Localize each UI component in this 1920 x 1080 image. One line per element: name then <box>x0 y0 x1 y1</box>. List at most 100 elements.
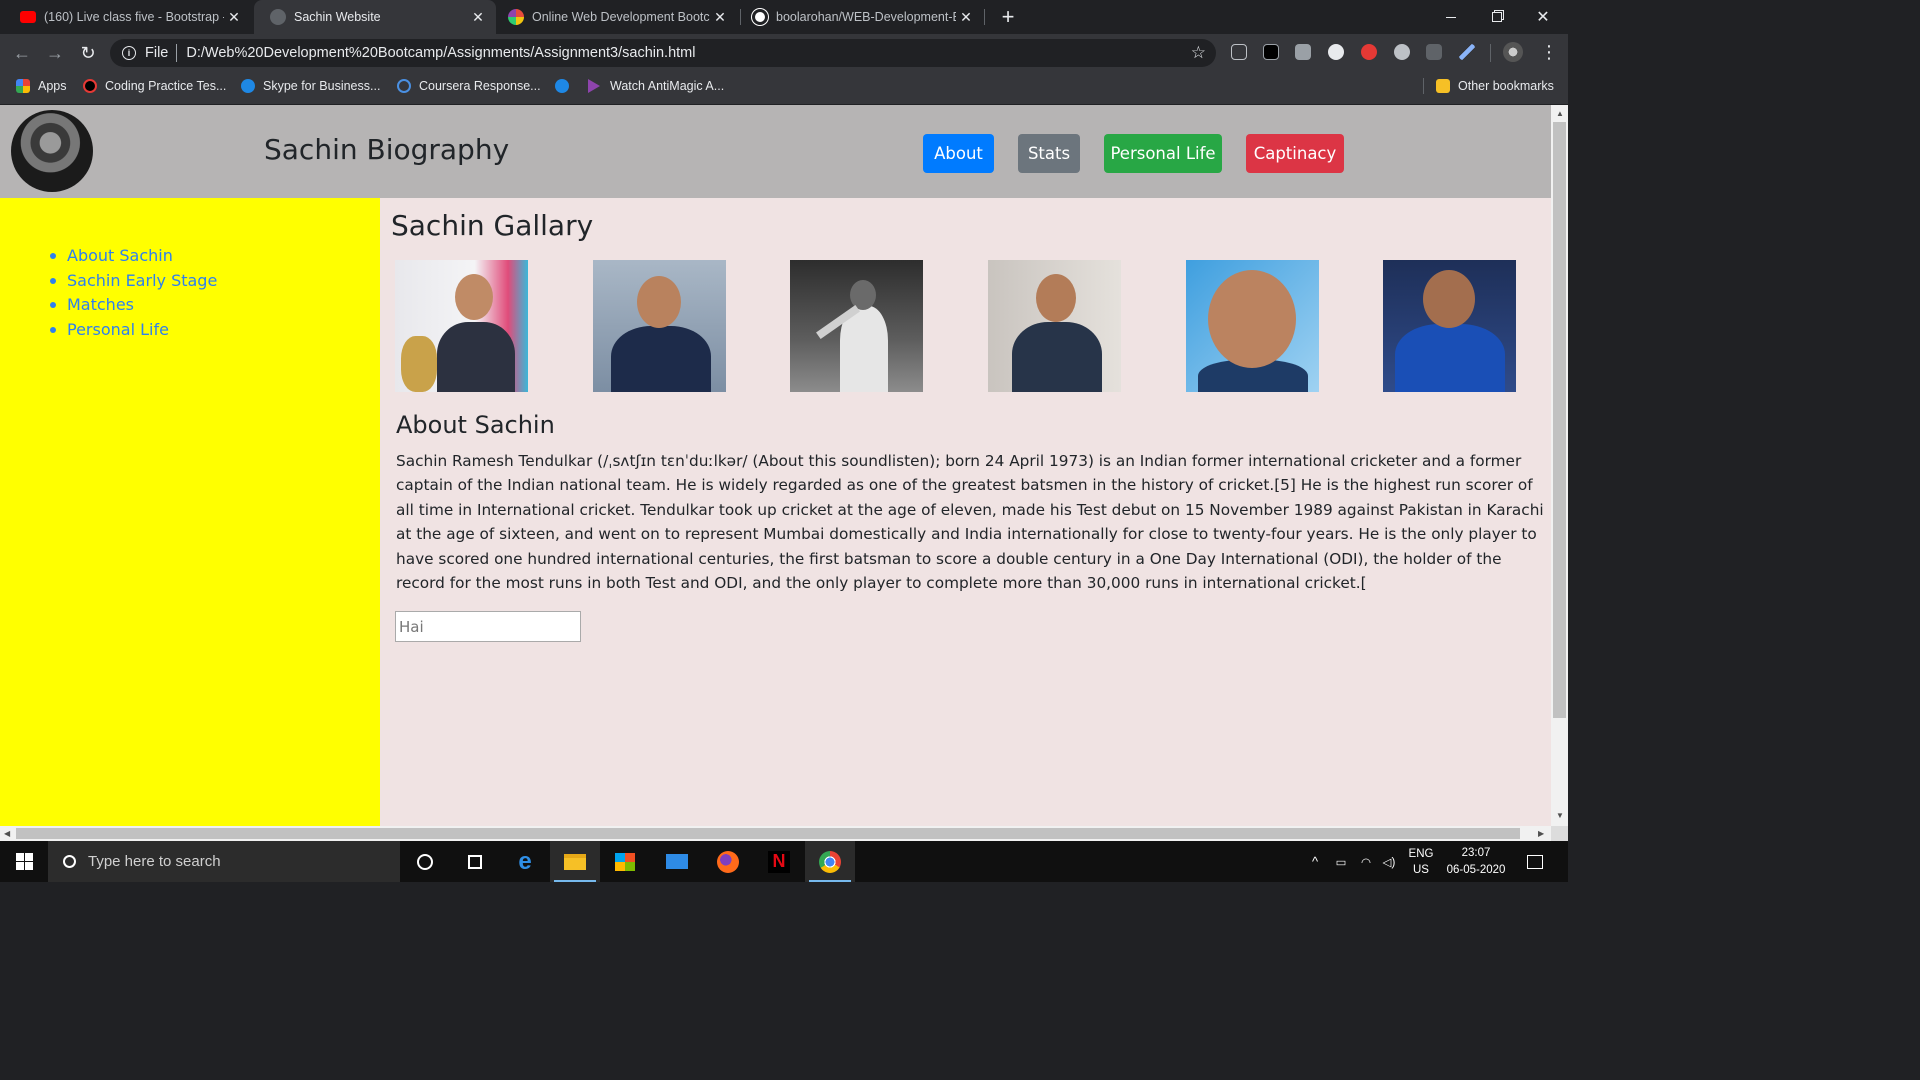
nav-stats-button[interactable]: Stats <box>1018 134 1080 173</box>
tab-title: Online Web Development Bootca <box>532 10 710 24</box>
browser-toolbar: ← → ↻ i File D:/Web%20Development%20Boot… <box>0 34 1568 72</box>
start-button[interactable] <box>0 841 48 882</box>
sidebar-links: About Sachin Sachin Early Stage Matches … <box>48 244 217 342</box>
close-icon[interactable]: ✕ <box>468 9 488 26</box>
volume-icon[interactable]: ◁) <box>1378 841 1400 882</box>
bookmark-apps[interactable]: Apps <box>16 72 67 100</box>
bookmarks-divider <box>1423 78 1424 94</box>
sidebar-link-early-stage[interactable]: Sachin Early Stage <box>48 269 217 294</box>
store-app[interactable] <box>600 841 650 882</box>
tab-youtube[interactable]: (160) Live class five - Bootstrap - ✕ <box>4 0 252 34</box>
extension-r-icon[interactable] <box>1295 44 1311 60</box>
forward-button[interactable]: → <box>42 40 68 66</box>
vertical-scroll-thumb[interactable] <box>1553 122 1566 718</box>
about-paragraph: Sachin Ramesh Tendulkar (/ˌsʌtʃɪn tɛnˈdu… <box>396 452 1544 593</box>
scroll-down-icon[interactable]: ▼ <box>1556 811 1564 820</box>
star-icon[interactable]: ☆ <box>1191 43 1206 63</box>
extension-fl-icon[interactable] <box>1263 44 1279 60</box>
notifications-button[interactable] <box>1520 841 1550 882</box>
show-hidden-icons[interactable]: ^ <box>1306 841 1324 882</box>
extension-pen-icon[interactable] <box>1459 44 1475 60</box>
clock[interactable]: 23:07 06-05-2020 <box>1440 841 1512 882</box>
battery-icon[interactable]: ▭ <box>1330 841 1352 882</box>
nav-personal-life-button[interactable]: Personal Life <box>1104 134 1222 173</box>
extension-m-icon[interactable] <box>1361 44 1377 60</box>
scroll-left-icon[interactable]: ◀ <box>4 829 10 838</box>
chrome-app[interactable] <box>805 841 855 882</box>
scroll-right-icon[interactable]: ▶ <box>1538 829 1544 838</box>
restore-button[interactable] <box>1474 0 1520 34</box>
extension-block-icon[interactable] <box>1328 44 1344 60</box>
play-icon <box>588 79 600 93</box>
search-icon <box>63 855 76 868</box>
close-icon[interactable]: ✕ <box>710 9 730 26</box>
youtube-icon <box>20 11 36 23</box>
close-icon[interactable]: ✕ <box>224 9 244 26</box>
edge-icon: e <box>518 847 532 875</box>
bookmark-coding-practice[interactable]: Coding Practice Tes... <box>83 72 226 100</box>
firefox-app[interactable] <box>703 841 753 882</box>
close-window-button[interactable]: ✕ <box>1520 0 1566 34</box>
info-icon[interactable]: i <box>122 46 136 60</box>
new-tab-button[interactable]: + <box>996 5 1020 29</box>
clock-date: 06-05-2020 <box>1446 863 1506 876</box>
sachin-avatar-logo <box>11 110 93 192</box>
restore-icon <box>1492 12 1502 22</box>
skype-icon <box>241 79 255 93</box>
reload-button[interactable]: ↻ <box>75 40 101 66</box>
bookmark-skype[interactable] <box>555 72 577 100</box>
bookmarks-bar: Apps Coding Practice Tes... Skype for Bu… <box>0 72 1568 105</box>
bookmark-skype-business[interactable]: Skype for Business... <box>241 72 380 100</box>
extension-link-icon[interactable] <box>1394 44 1410 60</box>
file-explorer-app[interactable] <box>550 841 600 882</box>
tab-github[interactable]: boolarohan/WEB-Development-B ✕ <box>736 0 984 34</box>
profile-avatar[interactable] <box>1503 42 1523 62</box>
text-input[interactable] <box>395 611 581 642</box>
taskbar-search[interactable]: Type here to search <box>48 841 400 882</box>
extension-doc-icon[interactable] <box>1231 44 1247 60</box>
coding-icon <box>83 79 97 93</box>
bookmark-label: Other bookmarks <box>1458 79 1554 93</box>
extension-cube-icon[interactable] <box>1426 44 1442 60</box>
horizontal-scroll-thumb[interactable] <box>16 828 1520 839</box>
horizontal-scrollbar[interactable]: ◀ ▶ <box>0 826 1551 841</box>
mail-app[interactable] <box>652 841 702 882</box>
cortana-button[interactable] <box>400 841 450 882</box>
tab-sachin-website[interactable]: Sachin Website ✕ <box>254 0 496 34</box>
gallery-heading: Sachin Gallary <box>391 209 594 242</box>
search-placeholder: Type here to search <box>88 853 221 870</box>
vertical-scrollbar[interactable]: ▲ ▼ <box>1551 105 1568 826</box>
bookmark-coursera[interactable]: Coursera Response... <box>397 72 541 100</box>
language-code: ENG <box>1408 847 1434 860</box>
toolbar-divider <box>1490 44 1491 62</box>
store-icon <box>615 852 635 871</box>
netflix-app[interactable]: N <box>754 841 804 882</box>
language-indicator[interactable]: ENG US <box>1404 841 1438 882</box>
task-view-icon <box>468 854 482 869</box>
bookmark-antimagic[interactable]: Watch AntiMagic A... <box>588 72 724 100</box>
sidebar: About Sachin Sachin Early Stage Matches … <box>0 198 380 826</box>
tab-title: boolarohan/WEB-Development-B <box>776 10 956 24</box>
sidebar-link-matches[interactable]: Matches <box>48 293 217 318</box>
close-icon[interactable]: ✕ <box>956 9 976 26</box>
tab-separator <box>984 9 985 25</box>
tab-bootcamp[interactable]: Online Web Development Bootca ✕ <box>492 0 738 34</box>
nav-captinacy-button[interactable]: Captinacy <box>1246 134 1344 173</box>
edge-app[interactable]: e <box>500 841 550 882</box>
sidebar-link-personal-life[interactable]: Personal Life <box>48 318 217 343</box>
nav-about-button[interactable]: About <box>923 134 994 173</box>
arrow-right-icon: → <box>46 42 64 63</box>
address-bar[interactable]: i File D:/Web%20Development%20Bootcamp/A… <box>110 39 1216 67</box>
sidebar-link-about-sachin[interactable]: About Sachin <box>48 244 217 269</box>
back-button[interactable]: ← <box>9 40 35 66</box>
task-view-button[interactable] <box>450 841 500 882</box>
menu-icon[interactable]: ⋮ <box>1540 42 1558 63</box>
bookmark-other[interactable]: Other bookmarks <box>1436 72 1554 100</box>
bookmark-label: Coursera Response... <box>419 79 541 93</box>
folder-icon <box>1436 79 1450 93</box>
netflix-icon: N <box>768 850 790 873</box>
tab-title: (160) Live class five - Bootstrap - <box>44 10 224 24</box>
minimize-button[interactable] <box>1428 0 1474 34</box>
wifi-icon[interactable]: ◠ <box>1356 841 1376 882</box>
scroll-up-icon[interactable]: ▲ <box>1556 109 1564 118</box>
